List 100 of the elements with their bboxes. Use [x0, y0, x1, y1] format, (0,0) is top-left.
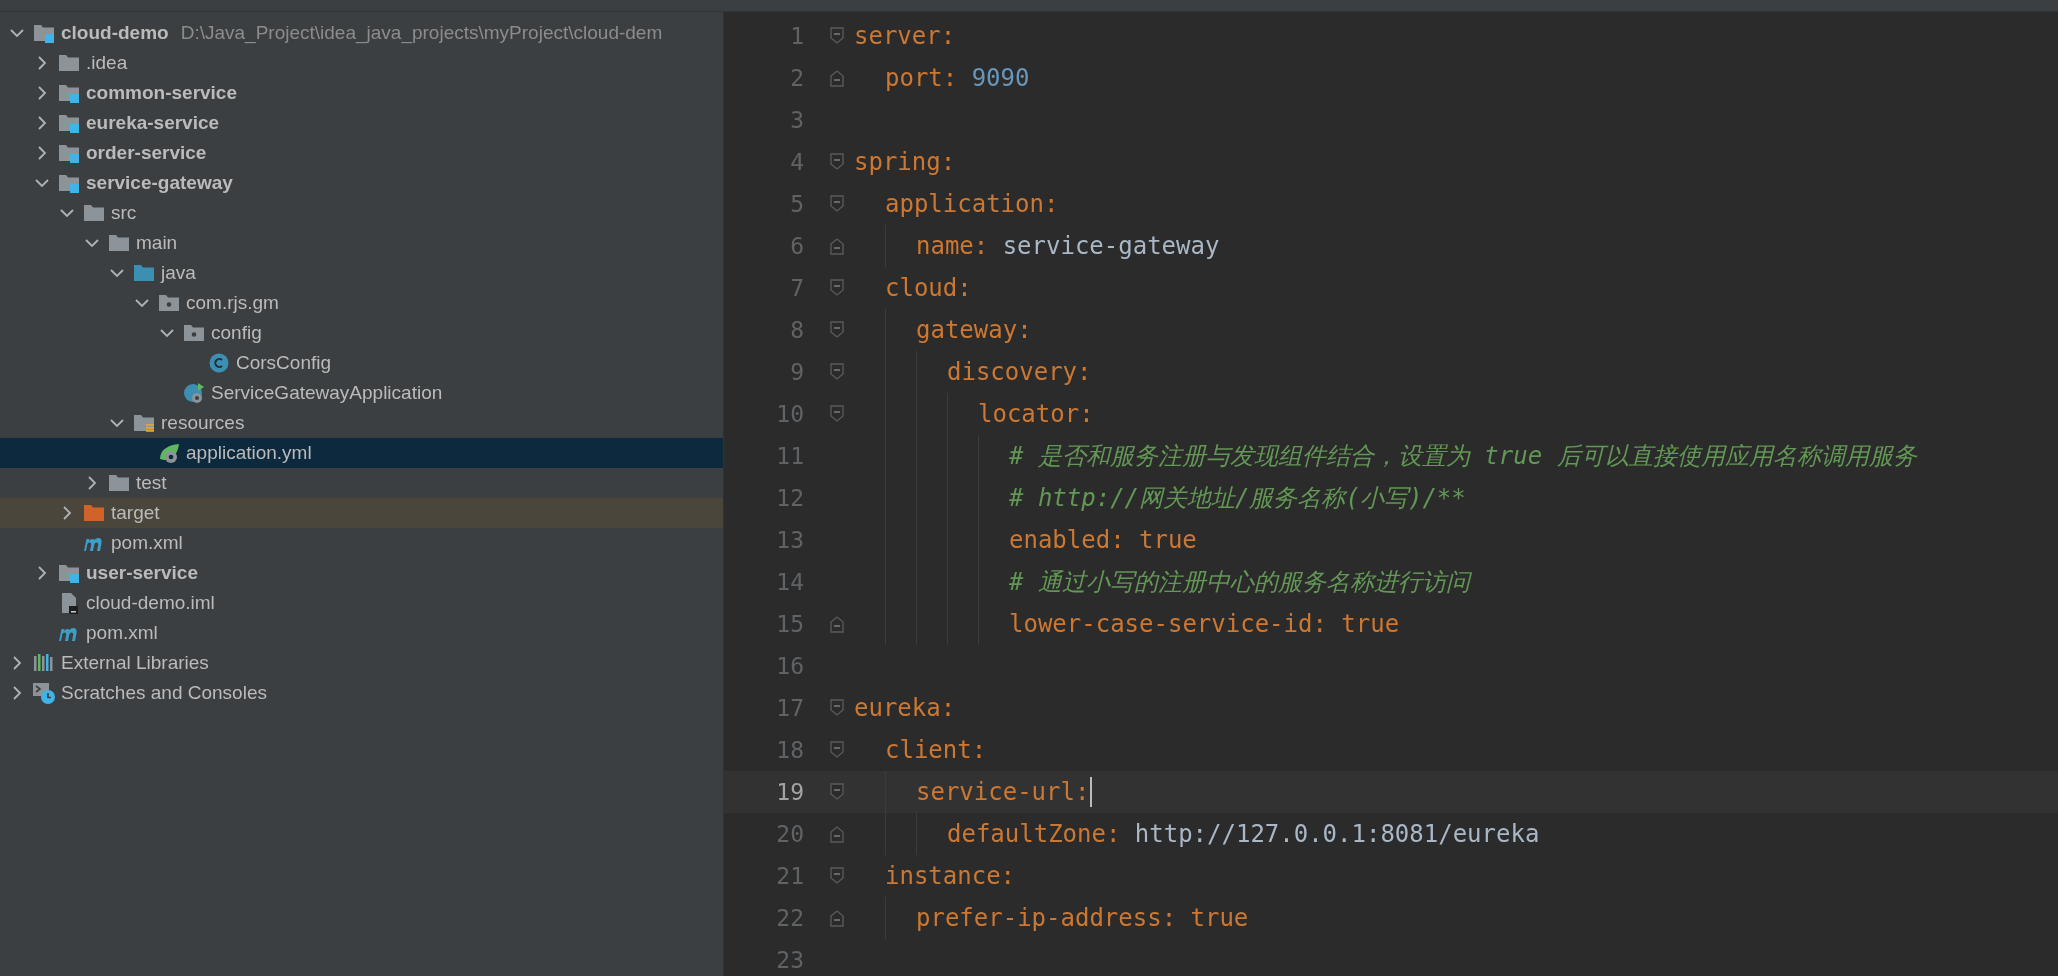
tree-item-label: main [136, 230, 178, 255]
tree-row[interactable]: CorsConfig [0, 348, 723, 378]
yaml-key: locator: [978, 396, 1094, 432]
line-number: 23 [775, 945, 805, 975]
yaml-key: server: [854, 18, 956, 54]
yaml-key: instance: [885, 858, 1016, 894]
tree-row[interactable]: eureka-service [0, 108, 723, 138]
line-number: 3 [789, 105, 805, 135]
tree-item-label: cloud-demo [61, 20, 169, 45]
yaml-value: http://127.0.0.1:8081/eureka [1134, 819, 1540, 850]
fold-marker-icon[interactable] [828, 782, 846, 802]
tree-row[interactable]: main [0, 228, 723, 258]
tree-item-label: config [211, 320, 262, 345]
line-number: 4 [789, 147, 805, 177]
line-number: 12 [775, 483, 805, 513]
yaml-key: eureka: [854, 690, 956, 726]
line-number: 5 [789, 189, 805, 219]
tree-item-label: user-service [86, 560, 198, 585]
tree-item-label: service-gateway [86, 170, 233, 195]
line-number: 20 [775, 819, 805, 849]
fold-end-marker-icon[interactable] [828, 824, 846, 844]
tree-item-label: resources [161, 410, 245, 435]
project-path: D:\Java_Project\idea_java_projects\myProject\cloud-dem [180, 20, 663, 46]
tree-item-label: test [136, 470, 167, 495]
tree-row[interactable]: test [0, 468, 723, 498]
tree-item-label: application.yml [186, 440, 312, 465]
fold-marker-icon[interactable] [828, 320, 846, 340]
tree-item-label: order-service [86, 140, 207, 165]
line-number: 1 [789, 21, 805, 51]
tree-row[interactable]: cloud-demo D:\Java_Project\idea_java_projects\myProject\cloud-dem [0, 18, 723, 48]
line-number: 13 [775, 525, 805, 555]
fold-marker-icon[interactable] [828, 362, 846, 382]
tree-row[interactable]: order-service [0, 138, 723, 168]
tree-item-label: pom.xml [86, 620, 158, 645]
yaml-key: application: [885, 186, 1059, 222]
line-number: 15 [775, 609, 805, 639]
tree-row[interactable]: application.yml [0, 438, 723, 468]
tree-row[interactable]: resources [0, 408, 723, 438]
tree-row[interactable]: java [0, 258, 723, 288]
tree-item-label: common-service [86, 80, 237, 105]
line-number: 9 [789, 357, 805, 387]
tree-row[interactable]: com.rjs.gm [0, 288, 723, 318]
tree-row[interactable]: common-service [0, 78, 723, 108]
tree-row[interactable]: Scratches and Consoles [0, 678, 723, 708]
fold-end-marker-icon[interactable] [828, 908, 846, 928]
tree-row[interactable]: user-service [0, 558, 723, 588]
yaml-key: service-url: [916, 774, 1090, 810]
text-cursor [1090, 777, 1093, 807]
yaml-value: true [1190, 903, 1249, 934]
fold-end-marker-icon[interactable] [828, 68, 846, 88]
tree-item-label: pom.xml [111, 530, 183, 555]
line-number: 8 [789, 315, 805, 345]
fold-marker-icon[interactable] [828, 404, 846, 424]
tree-row[interactable]: src [0, 198, 723, 228]
tree-row[interactable]: .idea [0, 48, 723, 78]
yaml-key: client: [885, 732, 987, 768]
fold-marker-icon[interactable] [828, 194, 846, 214]
yaml-value: true [1139, 525, 1197, 556]
line-number: 2 [789, 63, 805, 93]
line-number: 11 [775, 441, 805, 471]
yaml-key: gateway: [916, 312, 1032, 348]
tree-row[interactable]: pom.xml [0, 528, 723, 558]
fold-marker-icon[interactable] [828, 698, 846, 718]
scratches-clock-icon [32, 681, 56, 705]
code-comment: # http://网关地址/服务名称(小写)/** [1009, 483, 1466, 514]
yaml-key: prefer-ip-address: [916, 900, 1177, 936]
yaml-key: enabled: [1009, 522, 1125, 558]
line-number: 17 [775, 693, 805, 723]
fold-marker-icon[interactable] [828, 866, 846, 886]
class-icon [207, 351, 231, 375]
tree-row[interactable]: target [0, 498, 723, 528]
yaml-value: service-gateway [1002, 231, 1220, 262]
tree-item-label: target [111, 500, 160, 525]
fold-end-marker-icon[interactable] [828, 614, 846, 634]
line-number: 18 [775, 735, 805, 765]
tree-row[interactable]: service-gateway [0, 168, 723, 198]
yaml-key: port: [885, 60, 958, 96]
yaml-key: discovery: [947, 354, 1092, 390]
tree-row[interactable]: External Libraries [0, 648, 723, 678]
tree-item-label: Scratches and Consoles [61, 680, 267, 705]
yaml-value: 9090 [971, 63, 1030, 94]
tree-row[interactable]: pom.xml [0, 618, 723, 648]
fold-marker-icon[interactable] [828, 740, 846, 760]
line-number: 19 [775, 777, 805, 807]
code-comment: # 是否和服务注册与发现组件结合，设置为 true 后可以直接使用应用名称调用服务 [1009, 441, 1917, 472]
line-number: 16 [775, 651, 805, 681]
class-gear-icon [182, 381, 206, 405]
tree-item-label: .idea [86, 50, 128, 75]
tree-row[interactable]: ServiceGatewayApplication [0, 378, 723, 408]
line-number: 22 [775, 903, 805, 933]
tree-row[interactable]: cloud-demo.iml [0, 588, 723, 618]
tree-item-label: External Libraries [61, 650, 209, 675]
fold-end-marker-icon[interactable] [828, 236, 846, 256]
yaml-key: name: [916, 228, 989, 264]
fold-marker-icon[interactable] [828, 26, 846, 46]
yaml-key: lower-case-service-id: [1009, 606, 1327, 642]
tree-row[interactable]: config [0, 318, 723, 348]
tree-item-label: ServiceGatewayApplication [211, 380, 443, 405]
fold-marker-icon[interactable] [828, 278, 846, 298]
fold-marker-icon[interactable] [828, 152, 846, 172]
